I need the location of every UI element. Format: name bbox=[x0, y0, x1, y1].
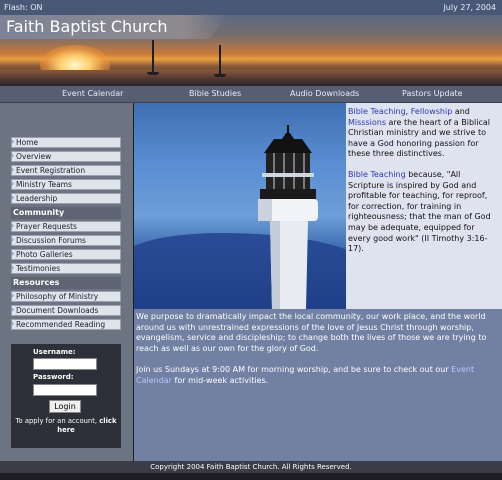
sidebar-item-testimonies[interactable]: Testimonies bbox=[11, 263, 121, 274]
main-nav: Event Calendar Bible Studies Audio Downl… bbox=[0, 86, 502, 103]
intro-panel: Bible Teaching, Fellowship and Misssions… bbox=[346, 103, 502, 309]
sidebar-item-overview[interactable]: Overview bbox=[11, 151, 121, 162]
worship-text-start: Join us Sundays at 9:00 AM for morning w… bbox=[136, 364, 452, 374]
sailboat-hull-graphic bbox=[147, 72, 159, 75]
sidebar-heading-community: Community bbox=[11, 207, 121, 219]
flash-status[interactable]: Flash: ON bbox=[4, 3, 42, 12]
sidebar-item-philosophy-of-ministry[interactable]: Philosophy of Ministry bbox=[11, 291, 121, 302]
copyright-text: Copyright 2004 Faith Baptist Church. All… bbox=[150, 463, 352, 471]
sidebar-item-event-registration[interactable]: Event Registration bbox=[11, 165, 121, 176]
purpose-paragraph: We purpose to dramatically impact the lo… bbox=[136, 312, 487, 354]
top-bar: Flash: ON July 27, 2004 bbox=[0, 0, 502, 15]
link-bible-teaching-2[interactable]: Bible Teaching bbox=[348, 170, 406, 179]
sidebar-item-prayer-requests[interactable]: Prayer Requests bbox=[11, 221, 121, 232]
password-input[interactable] bbox=[33, 384, 97, 396]
nav-event-calendar[interactable]: Event Calendar bbox=[62, 89, 123, 98]
apply-text: To apply for an account, bbox=[15, 417, 98, 425]
login-box: Username: Password: Login To apply for a… bbox=[11, 344, 121, 448]
username-input[interactable] bbox=[33, 358, 97, 370]
current-date: July 27, 2004 bbox=[443, 3, 496, 12]
lighthouse-icon bbox=[258, 125, 318, 309]
sidebar-item-ministry-teams[interactable]: Ministry Teams bbox=[11, 179, 121, 190]
sailboat-mast-graphic bbox=[219, 45, 221, 75]
password-label: Password: bbox=[33, 373, 74, 381]
worship-paragraph: Join us Sundays at 9:00 AM for morning w… bbox=[136, 365, 500, 386]
bible-teaching-paragraph: Bible Teaching because, "All Scripture i… bbox=[348, 170, 499, 255]
site-title: Faith Baptist Church bbox=[0, 15, 228, 39]
nav-bible-studies[interactable]: Bible Studies bbox=[189, 89, 241, 98]
nav-pastors-update[interactable]: Pastors Update bbox=[402, 89, 463, 98]
sidebar-item-leadership[interactable]: Leadership bbox=[11, 193, 121, 204]
intro-and: and bbox=[452, 107, 470, 116]
lighthouse-photo bbox=[134, 103, 346, 309]
scripture-text: because, "All Scripture is inspired by G… bbox=[348, 169, 491, 254]
sidebar-item-recommended-reading[interactable]: Recommended Reading bbox=[11, 319, 121, 330]
intro-paragraph: Bible Teaching, Fellowship and Misssions… bbox=[348, 107, 499, 160]
main-content: We purpose to dramatically impact the lo… bbox=[134, 309, 502, 461]
sailboat-mast-graphic bbox=[152, 40, 154, 73]
link-fellowship[interactable]: Fellowship bbox=[411, 107, 453, 116]
sidebar-heading-resources: Resources bbox=[11, 277, 121, 289]
nav-audio-downloads[interactable]: Audio Downloads bbox=[290, 89, 359, 98]
sidebar-item-home[interactable]: Home bbox=[11, 137, 121, 148]
header-banner: Faith Baptist Church bbox=[0, 15, 502, 86]
sidebar-item-photo-galleries[interactable]: Photo Galleries bbox=[11, 249, 121, 260]
sidebar-item-discussion-forums[interactable]: Discussion Forums bbox=[11, 235, 121, 246]
link-missions[interactable]: Misssions bbox=[348, 118, 386, 127]
footer: Copyright 2004 Faith Baptist Church. All… bbox=[0, 461, 502, 473]
apply-account-text: To apply for an account, click here bbox=[11, 417, 121, 435]
sailboat-hull-graphic bbox=[214, 74, 226, 77]
sea-graphic bbox=[0, 70, 502, 86]
worship-text-end: for mid-week activities. bbox=[171, 375, 269, 385]
sidebar-item-document-downloads[interactable]: Document Downloads bbox=[11, 305, 121, 316]
link-bible-teaching[interactable]: Bible Teaching bbox=[348, 107, 406, 116]
sidebar: Home Overview Event Registration Ministr… bbox=[0, 103, 133, 461]
username-label: Username: bbox=[33, 348, 76, 356]
login-button[interactable]: Login bbox=[49, 400, 81, 413]
